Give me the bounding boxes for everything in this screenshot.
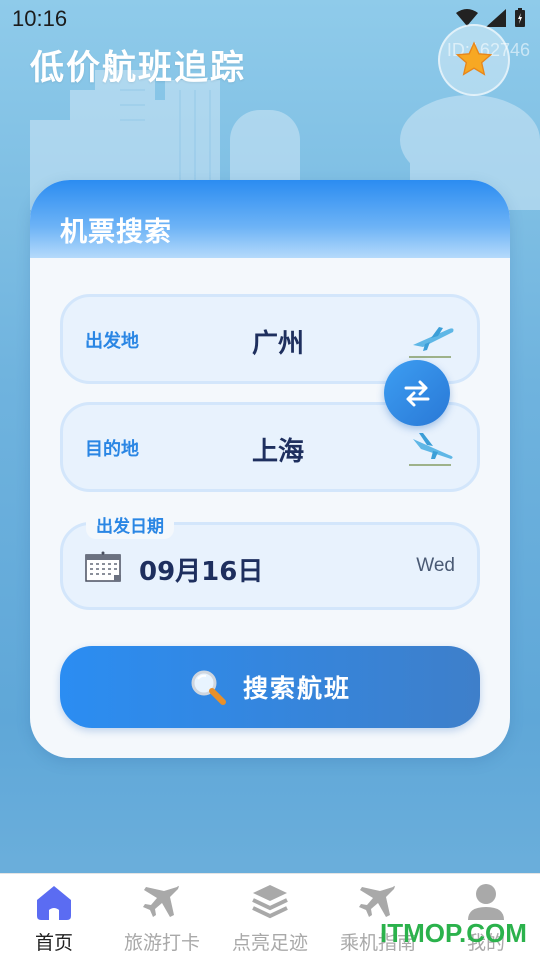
card-title: 机票搜索 xyxy=(60,217,172,248)
landing-plane-icon xyxy=(409,433,453,466)
date-value: 09月16日 xyxy=(139,557,264,587)
user-icon xyxy=(468,884,504,920)
magnifier-icon xyxy=(191,670,226,705)
status-time: 10:16 xyxy=(12,6,68,31)
plane-icon xyxy=(143,885,179,917)
plane-icon xyxy=(359,885,395,917)
date-label: 出发日期 xyxy=(86,510,174,539)
signal-icon xyxy=(486,9,506,27)
home-icon xyxy=(37,886,71,920)
search-flights-button[interactable]: 搜索航班 xyxy=(60,646,480,728)
nav-label-home: 首页 xyxy=(34,932,73,954)
flight-search-card: 机票搜索 出发地 广州 目的地 上海 09月16日 Wed 出发日期 搜索航班 xyxy=(30,180,510,758)
calendar-icon xyxy=(85,551,121,582)
search-button-label: 搜索航班 xyxy=(242,674,351,703)
weekday-label: Wed xyxy=(416,555,455,576)
page-title: 低价航班追踪 xyxy=(30,48,246,88)
nav-item-home[interactable]: 首页 xyxy=(0,874,108,960)
takeoff-plane-icon xyxy=(409,327,454,358)
nav-label-travel: 旅游打卡 xyxy=(123,932,200,954)
star-icon xyxy=(455,41,493,76)
nav-item-travel[interactable]: 旅游打卡 xyxy=(108,874,216,960)
layers-icon xyxy=(252,885,288,919)
nav-item-footprint[interactable]: 点亮足迹 xyxy=(216,874,324,960)
favorite-button[interactable] xyxy=(438,24,510,96)
watermark: ITMOP.COM xyxy=(380,918,527,948)
swap-cities-button[interactable] xyxy=(384,360,450,426)
nav-label-footprint: 点亮足迹 xyxy=(231,932,308,954)
battery-icon xyxy=(515,8,525,27)
swap-arrows-icon xyxy=(404,380,430,407)
